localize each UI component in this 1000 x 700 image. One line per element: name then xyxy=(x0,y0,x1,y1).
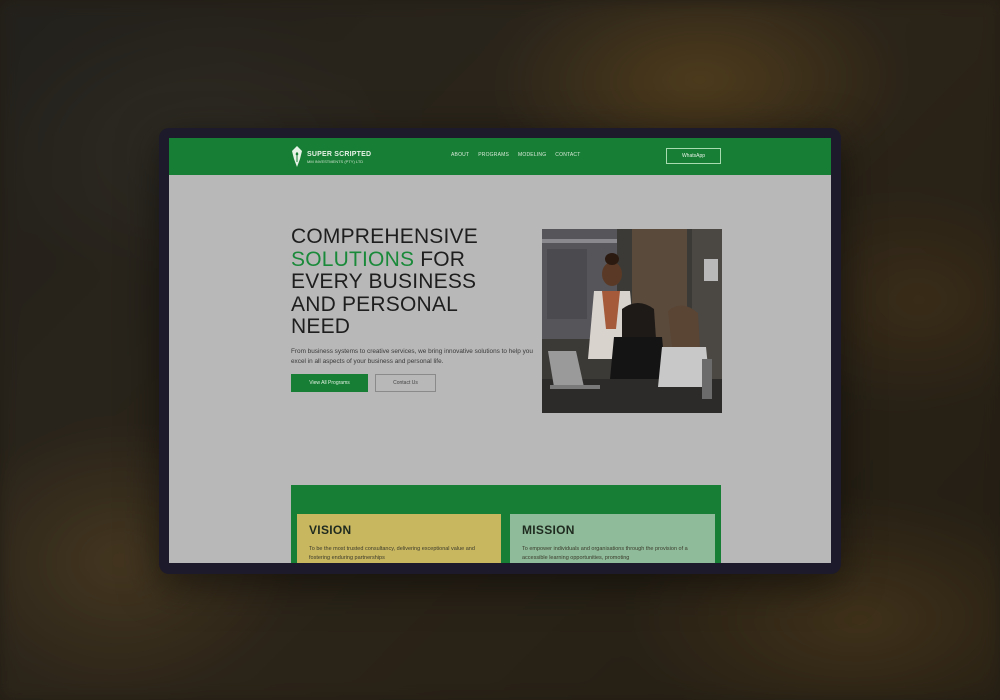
mission-card: MISSION To empower individuals and organ… xyxy=(510,514,715,563)
hero-lead-text: From business systems to creative servic… xyxy=(291,348,533,365)
main-menu: ABOUT PROGRAMS MODELING CONTACT xyxy=(451,152,581,158)
site-navbar: SUPER SCRIPTED MM INVESTMENTS (PTY) LTD … xyxy=(169,138,831,175)
team-meeting-illustration xyxy=(542,229,722,413)
vision-card: VISION To be the most trusted consultanc… xyxy=(297,514,501,563)
headline-line-5: NEED xyxy=(291,315,351,338)
pen-nib-icon xyxy=(292,146,302,167)
hero-headline: COMPREHENSIVE SOLUTIONS FOR EVERY BUSINE… xyxy=(291,225,531,339)
headline-line-1: COMPREHENSIVE xyxy=(291,225,478,248)
headline-highlight: SOLUTIONS xyxy=(291,247,415,271)
whatsapp-button[interactable]: WhatsApp xyxy=(666,148,721,164)
nav-programs[interactable]: PROGRAMS xyxy=(478,152,509,158)
nav-contact[interactable]: CONTACT xyxy=(555,152,580,158)
view-programs-button[interactable]: View All Programs xyxy=(291,374,368,392)
brand-name: SUPER SCRIPTED xyxy=(307,150,372,158)
mission-title: MISSION xyxy=(522,523,575,537)
brand-logo[interactable]: SUPER SCRIPTED MM INVESTMENTS (PTY) LTD xyxy=(291,145,371,169)
nav-about[interactable]: ABOUT xyxy=(451,152,469,158)
hero-photo xyxy=(542,229,722,413)
headline-line-2-rest: FOR xyxy=(414,247,466,271)
mission-text: To empower individuals and organisations… xyxy=(522,546,688,561)
vision-title: VISION xyxy=(309,523,352,537)
contact-us-button[interactable]: Contact Us xyxy=(375,374,436,392)
vision-mission-section: VISION To be the most trusted consultanc… xyxy=(291,485,721,563)
headline-line-3: EVERY BUSINESS xyxy=(291,270,477,293)
website-screen: SUPER SCRIPTED MM INVESTMENTS (PTY) LTD … xyxy=(169,138,831,563)
vision-text: To be the most trusted consultancy, deli… xyxy=(309,546,475,561)
nav-modeling[interactable]: MODELING xyxy=(518,152,546,158)
brand-tagline: MM INVESTMENTS (PTY) LTD xyxy=(307,158,364,164)
device-frame: SUPER SCRIPTED MM INVESTMENTS (PTY) LTD … xyxy=(159,128,841,574)
headline-line-2: SOLUTIONS FOR xyxy=(291,247,531,272)
headline-line-4: AND PERSONAL xyxy=(291,292,458,316)
